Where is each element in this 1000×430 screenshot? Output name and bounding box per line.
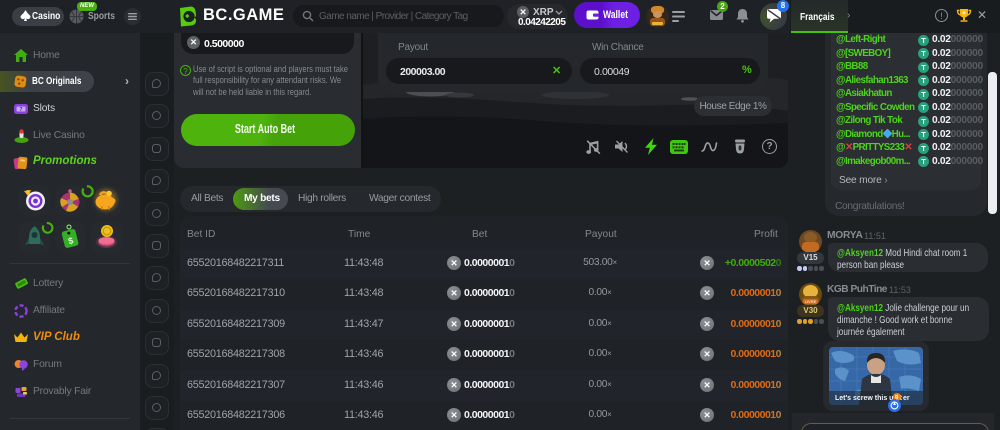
svg-text:7: 7 bbox=[20, 107, 23, 113]
svg-text:er: er bbox=[903, 395, 910, 402]
